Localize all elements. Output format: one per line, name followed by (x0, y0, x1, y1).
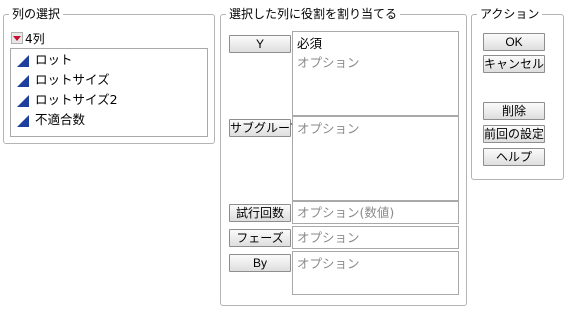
subgroup-placeholder: オプション (297, 121, 360, 136)
phase-role-list[interactable]: オプション (292, 226, 459, 249)
trials-role-button[interactable]: 試行回数 (229, 204, 291, 222)
column-label: ロットサイズ2 (35, 92, 118, 107)
y-role-button[interactable]: Y (229, 35, 291, 53)
role-assignment-title: 選択した列に役割を割り当てる (226, 6, 401, 22)
list-item[interactable]: ロットサイズ (17, 71, 110, 89)
column-list[interactable]: ロット ロットサイズ ロットサイズ2 不適合数 (10, 48, 208, 137)
ok-button[interactable]: OK (483, 33, 545, 51)
cancel-button[interactable]: キャンセル (483, 55, 545, 73)
disclosure-triangle-icon[interactable] (11, 32, 23, 44)
role-assignment-panel: 選択した列に役割を割り当てる Y 必須 オプション サブグループ オプション 試… (220, 6, 467, 306)
list-item[interactable]: ロットサイズ2 (17, 91, 118, 109)
trials-role-list[interactable]: オプション(数値) (292, 201, 459, 224)
column-label: ロットサイズ (35, 72, 110, 87)
action-panel: アクション OK キャンセル 削除 前回の設定 ヘルプ (471, 6, 564, 180)
column-label: 不適合数 (35, 112, 86, 127)
y-placeholder: オプション (297, 55, 360, 70)
continuous-column-icon (17, 114, 29, 127)
continuous-column-icon (17, 74, 29, 87)
recall-button[interactable]: 前回の設定 (483, 125, 545, 143)
help-button[interactable]: ヘルプ (483, 148, 545, 166)
action-title: アクション (477, 6, 543, 22)
required-text: 必須 (297, 36, 323, 51)
by-placeholder: オプション (297, 256, 360, 271)
phase-placeholder: オプション (297, 230, 360, 245)
column-select-title: 列の選択 (9, 6, 64, 22)
continuous-column-icon (17, 54, 29, 67)
column-count-label: 4列 (25, 31, 45, 46)
by-role-list[interactable]: オプション (292, 251, 459, 295)
list-item[interactable]: 不適合数 (17, 111, 85, 129)
column-label: ロット (35, 52, 73, 67)
y-role-list[interactable]: 必須 オプション (292, 31, 459, 116)
column-count-toggle[interactable]: 4列 (11, 30, 45, 46)
by-role-button[interactable]: By (229, 254, 291, 272)
phase-role-button[interactable]: フェーズ (229, 229, 291, 247)
continuous-column-icon (17, 94, 29, 107)
subgroup-role-list[interactable]: オプション (292, 116, 459, 201)
trials-placeholder: オプション(数値) (297, 205, 395, 220)
remove-button[interactable]: 削除 (483, 102, 545, 120)
subgroup-role-button[interactable]: サブグループ (229, 119, 301, 137)
column-select-panel: 列の選択 4列 ロット ロットサイズ ロットサイズ2 不適合数 (3, 6, 215, 144)
list-item[interactable]: ロット (17, 51, 73, 69)
